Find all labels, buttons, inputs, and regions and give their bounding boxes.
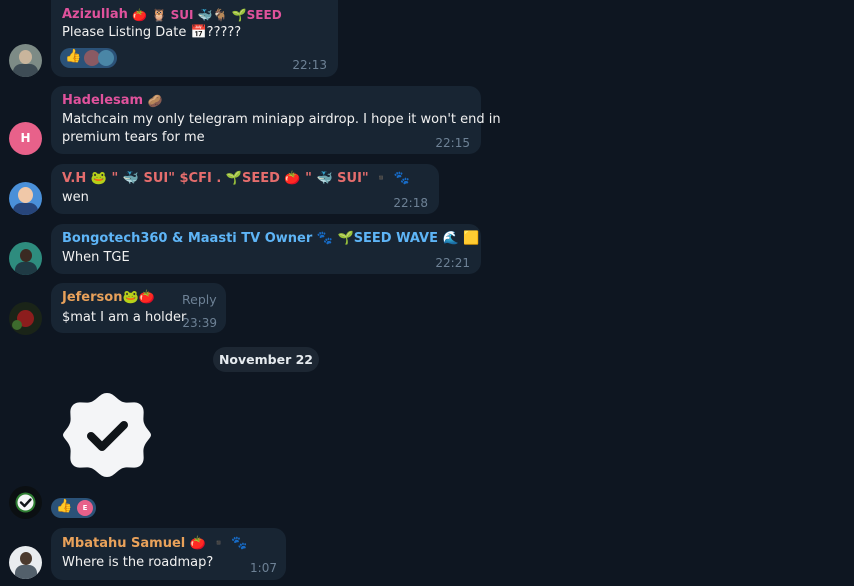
avatar[interactable]: H: [9, 122, 42, 155]
sender-name[interactable]: Bongotech360 & Maasti TV Owner 🐾 🌱SEED W…: [62, 231, 479, 246]
reactor-letter: E: [82, 504, 88, 512]
message-bubble[interactable]: V.H 🐸 " 🐳 SUI" $CFI . 🌱SEED 🍅 " 🐳 SUI" ▪…: [51, 164, 439, 214]
avatar-body: [15, 262, 37, 275]
sender-name[interactable]: V.H 🐸 " 🐳 SUI" $CFI . 🌱SEED 🍅 " 🐳 SUI" ▪…: [62, 171, 410, 186]
avatar-body: [13, 64, 38, 77]
message-time: 23:39: [182, 316, 217, 330]
message-text: wen: [62, 190, 89, 205]
avatar-head: [18, 187, 33, 203]
message-text-line: Matchcain my only telegram miniapp airdr…: [62, 112, 501, 127]
reaction-group[interactable]: 👍: [60, 48, 117, 68]
avatar-art: [12, 320, 22, 330]
avatar-head: [20, 552, 32, 565]
sender-name[interactable]: Mbatahu Samuel 🍅 ▪️ 🐾: [62, 536, 247, 551]
message-bubble[interactable]: Azizullah 🍅 🦉 SUI 🐳🐐 🌱SEED Please Listin…: [51, 0, 338, 77]
message-bubble[interactable]: Mbatahu Samuel 🍅 ▪️ 🐾 Where is the roadm…: [51, 528, 286, 580]
verified-avatar-icon: [15, 492, 36, 513]
message-time: 22:18: [393, 196, 428, 210]
message-text: $mat I am a holder: [62, 310, 187, 325]
message-text: Please Listing Date 📅?????: [62, 25, 242, 40]
avatar-body: [15, 565, 37, 579]
avatar-head: [20, 249, 32, 262]
date-separator: November 22: [213, 347, 319, 372]
name-emojis: 🍅 🦉 SUI 🐳🐐 🌱SEED: [132, 7, 282, 22]
message-bubble[interactable]: Jeferson🐸🍅 Reply $mat I am a holder 23:3…: [51, 283, 226, 333]
avatar[interactable]: [9, 44, 42, 77]
avatar[interactable]: [9, 182, 42, 215]
message-text-line: premium tears for me: [62, 130, 205, 145]
sender-name[interactable]: Hadelesam 🥔: [62, 93, 163, 108]
avatar[interactable]: [9, 546, 42, 579]
reactor-avatar: E: [77, 500, 93, 516]
message-bubble[interactable]: Bongotech360 & Maasti TV Owner 🐾 🌱SEED W…: [51, 224, 481, 274]
verified-sticker[interactable]: [62, 390, 152, 480]
avatar[interactable]: [9, 486, 42, 519]
thumbs-up-icon: 👍: [56, 499, 73, 514]
message-text: When TGE: [62, 250, 130, 265]
verified-badge-icon: [63, 393, 151, 477]
message-time: 22:21: [435, 256, 470, 270]
message-text: Where is the roadmap?: [62, 555, 214, 570]
avatar[interactable]: [9, 302, 42, 335]
sender-name[interactable]: Jeferson🐸🍅: [62, 290, 155, 305]
avatar-head: [19, 50, 32, 64]
avatar-letter: H: [20, 131, 31, 145]
message-time: 1:07: [250, 561, 277, 575]
reply-button[interactable]: Reply: [182, 292, 217, 307]
message-bubble[interactable]: Hadelesam 🥔 Matchcain my only telegram m…: [51, 86, 501, 154]
reaction-group[interactable]: 👍 E: [51, 498, 96, 518]
reactor-avatar: [98, 50, 114, 66]
message-time: 22:15: [435, 136, 470, 150]
avatar-body: [13, 203, 38, 215]
avatar[interactable]: [9, 242, 42, 275]
thumbs-up-icon: 👍: [65, 49, 82, 64]
message-time: 22:13: [292, 58, 327, 72]
sender-name[interactable]: Azizullah 🍅 🦉 SUI 🐳🐐 🌱SEED: [62, 7, 282, 22]
name-emojis: 🥔: [147, 93, 163, 108]
